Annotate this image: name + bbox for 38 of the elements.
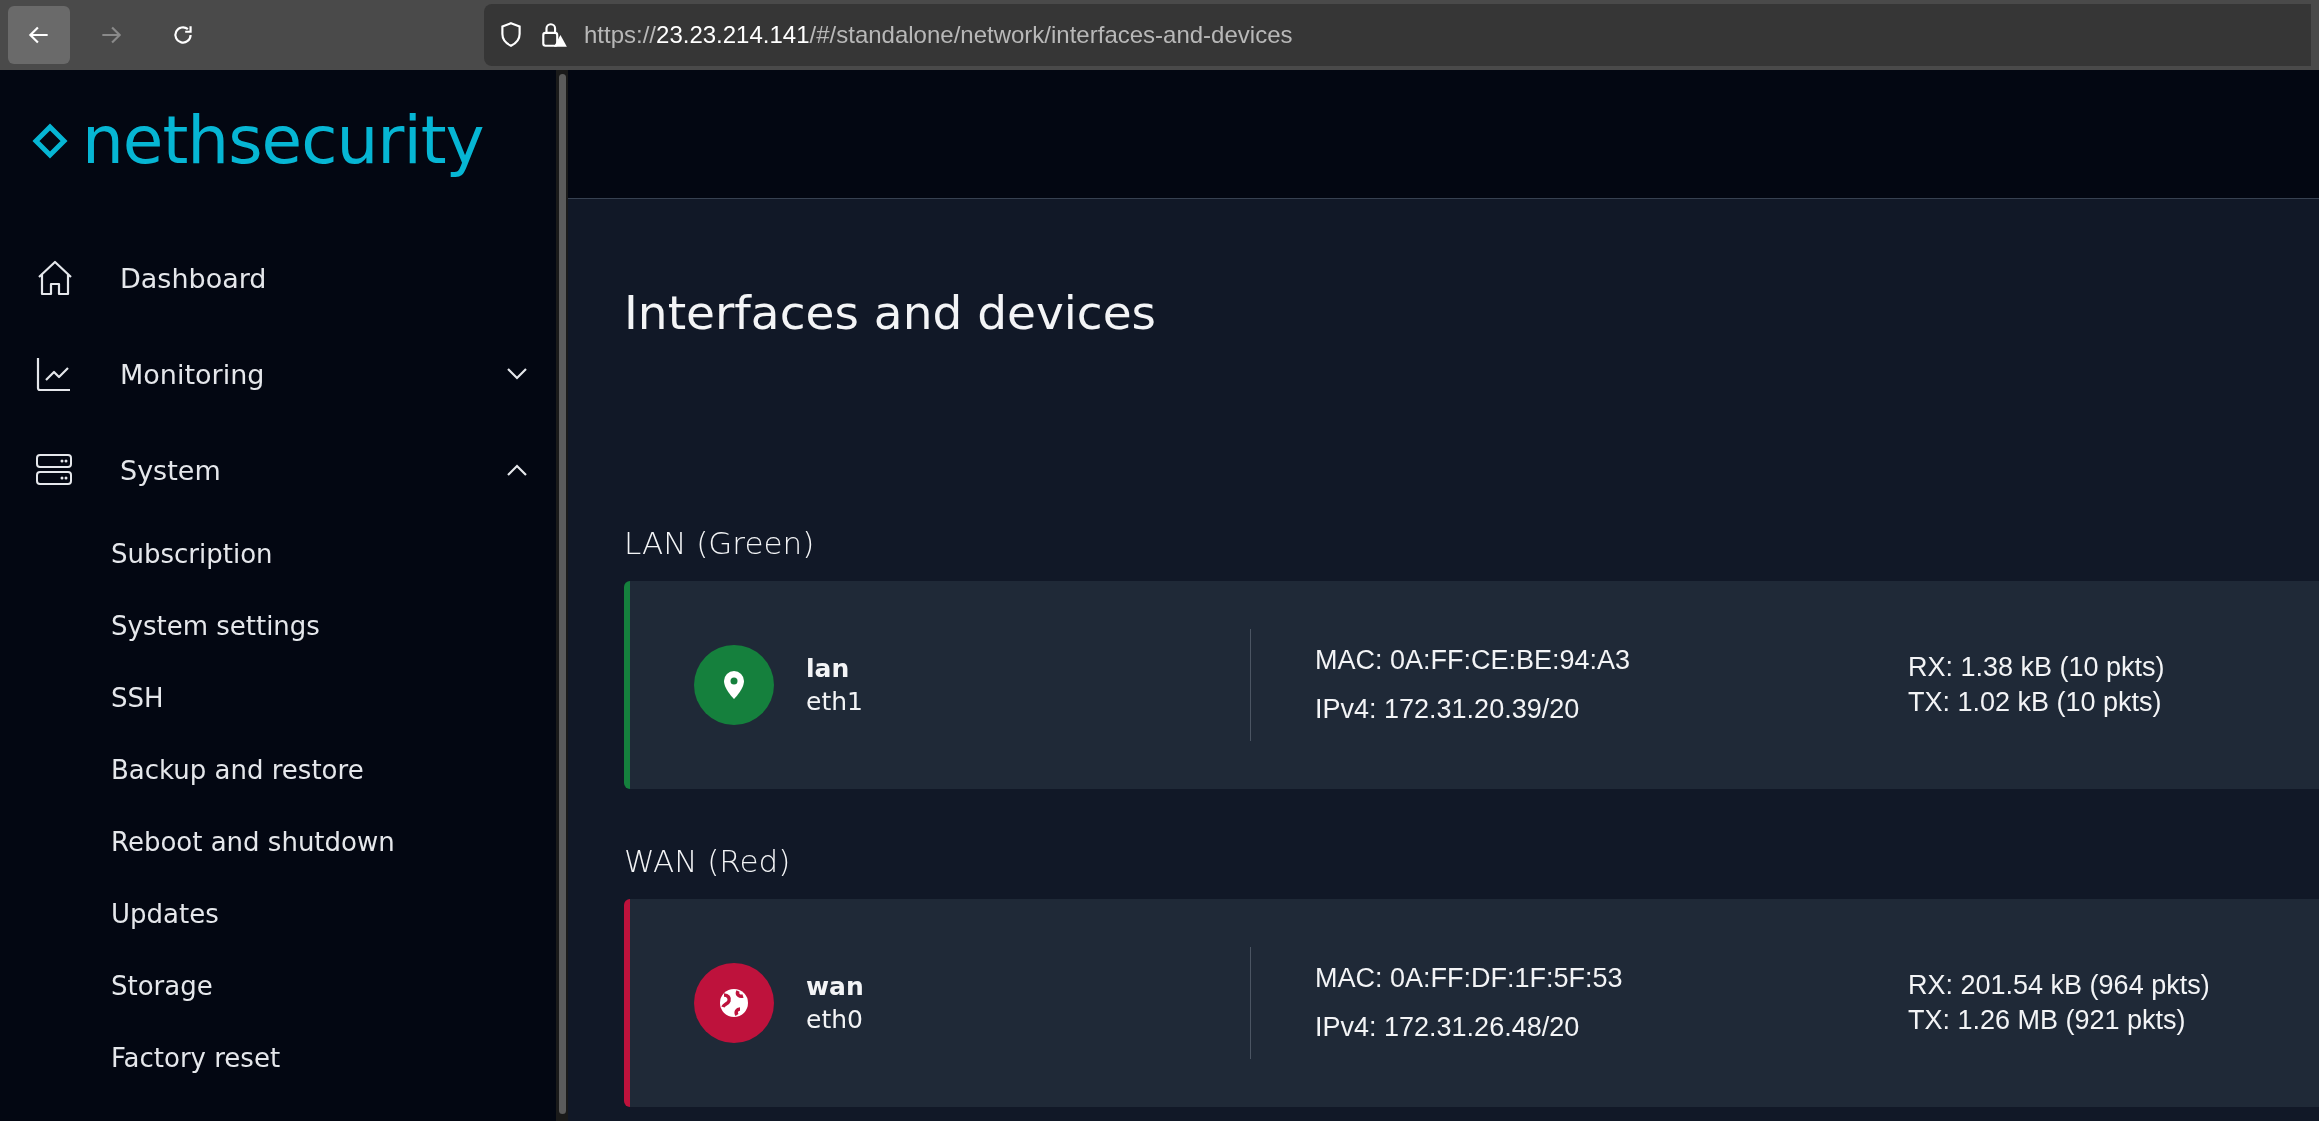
ipv4-address: IPv4: 172.31.20.39/20 — [1315, 694, 1581, 725]
nav-subitem[interactable]: Factory reset — [0, 1022, 556, 1094]
rx-traffic: RX: 201.54 kB (964 pkts) — [1908, 970, 2210, 1001]
home-icon — [36, 260, 74, 296]
device-name: eth0 — [806, 1005, 864, 1034]
server-icon — [36, 454, 72, 486]
tx-traffic: TX: 1.26 MB (921 pkts) — [1908, 1005, 2187, 1036]
zone-heading: LAN (Green) — [624, 525, 816, 561]
nav-subitem[interactable]: Storage — [0, 950, 556, 1022]
ipv4-address: IPv4: 172.31.26.48/20 — [1315, 1012, 1581, 1043]
line-chart-icon — [36, 356, 72, 392]
nav-item[interactable]: Dashboard — [0, 230, 556, 326]
mac-address: MAC: 0A:FF:CE:BE:94:A3 — [1315, 645, 1632, 676]
interface-name: lan — [806, 654, 851, 683]
mac-address: MAC: 0A:FF:DF:1F:5F:53 — [1315, 963, 1624, 994]
rx-traffic: RX: 1.38 kB (10 pkts) — [1908, 652, 2165, 683]
device-name: eth1 — [806, 687, 863, 716]
url-text: https://23.23.214.141/#/standalone/network/interfaces-and-devices — [584, 21, 1293, 49]
tx-traffic: TX: 1.02 kB (10 pkts) — [1908, 687, 2163, 718]
nav-subitem[interactable]: Backup and restore — [0, 734, 556, 806]
nav-subitem[interactable]: System settings — [0, 590, 556, 662]
nav-item[interactable]: System — [0, 422, 556, 518]
diamond-logo-icon — [32, 123, 68, 159]
address-bar[interactable]: https://23.23.214.141/#/standalone/network/interfaces-and-devices — [484, 4, 2311, 66]
globe-icon — [694, 963, 774, 1043]
back-button[interactable] — [8, 6, 70, 64]
page-title: Interfaces and devices — [624, 285, 1158, 340]
nav-subitem[interactable]: Subscription — [0, 518, 556, 590]
nav-subitem[interactable]: Reboot and shutdown — [0, 806, 556, 878]
lock-warning-icon — [540, 20, 568, 50]
nav-item[interactable]: Monitoring — [0, 326, 556, 422]
shield-icon — [498, 21, 524, 49]
interface-name: wan — [806, 972, 864, 1001]
scrollbar-thumb[interactable] — [558, 74, 566, 1114]
nav-subitem[interactable]: Updates — [0, 878, 556, 950]
zone-heading: WAN (Red) — [624, 843, 792, 879]
nav-subitem[interactable]: SSH — [0, 662, 556, 734]
location-pin-icon — [694, 645, 774, 725]
